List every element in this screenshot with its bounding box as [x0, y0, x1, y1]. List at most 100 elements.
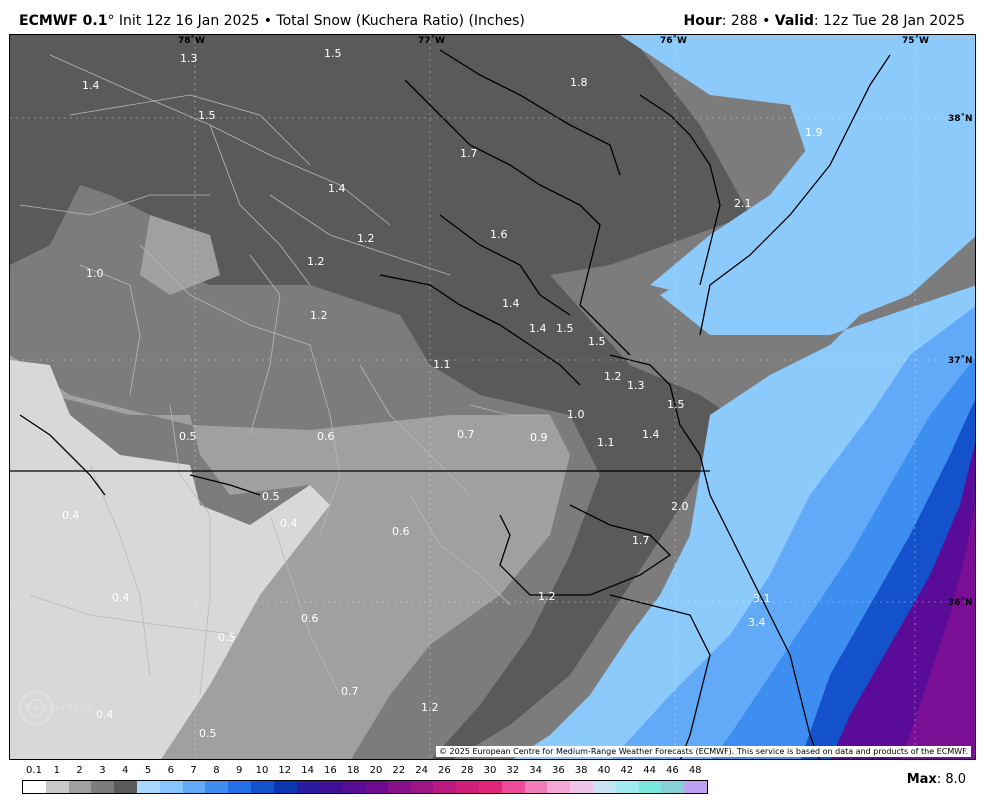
legend-swatch [91, 781, 115, 793]
legend-label: 24 [415, 765, 428, 776]
legend-label: 14 [301, 765, 314, 776]
snow-amount-label: 1.8 [570, 76, 588, 89]
legend-label: 38 [574, 765, 588, 776]
snow-amount-label: 1.2 [307, 255, 325, 268]
map-canvas: 78˚W 77˚W 76˚W 75˚W 38˚N 37˚N 36˚N 1.3 1.5 1.4 1… [10, 35, 975, 759]
snow-amount-label: 1.4 [642, 428, 660, 441]
legend-color-bar [22, 780, 708, 794]
legend-swatch [342, 781, 365, 793]
legend-label: 4 [122, 765, 129, 776]
snow-amount-label: 0.5 [179, 430, 197, 443]
snow-amount-label: 2.0 [671, 500, 689, 513]
lat-label: 36˚N [948, 597, 973, 608]
snow-amount-label: 1.1 [433, 358, 451, 371]
legend-swatch [364, 781, 388, 793]
snow-amount-label: 3.4 [748, 616, 766, 629]
legend-labels: 0.1 1 2 3 4 5 6 7 8 9 10 12 14 16 18 20 22 24 26 28 30 32 34 36… [22, 765, 708, 777]
snow-amount-label: 1.5 [324, 47, 342, 60]
legend-swatch [205, 781, 229, 793]
legend-swatch [228, 781, 251, 793]
legend-label: 18 [346, 765, 360, 776]
snow-amount-label: 1.2 [421, 701, 439, 714]
snow-amount-label: 1.7 [632, 534, 650, 547]
legend-label: 28 [460, 765, 474, 776]
legend-label: 12 [278, 765, 292, 776]
snow-amount-label: 0.4 [112, 591, 130, 604]
snow-amount-label: 0.5 [218, 631, 236, 644]
legend-label: 34 [529, 765, 542, 776]
legend-swatch [250, 781, 274, 793]
snow-amount-label: 0.6 [392, 525, 410, 538]
legend-label: 26 [438, 765, 451, 776]
snow-amount-label: 1.5 [588, 335, 606, 348]
color-legend: 0.1 1 2 3 4 5 6 7 8 9 10 12 14 16 18 20 22 24 26 28 30 32 34 36… [22, 765, 708, 794]
snow-amount-label: 1.1 [597, 436, 615, 449]
legend-swatch [387, 781, 411, 793]
snow-amount-label: 0.5 [262, 490, 280, 503]
legend-swatch [410, 781, 434, 793]
max-value: Max: 8.0 [907, 772, 966, 787]
legend-label: 3 [99, 765, 106, 776]
legend-label: 7 [190, 765, 197, 776]
legend-label: 16 [324, 765, 337, 776]
legend-swatch [136, 781, 160, 793]
legend-swatch [273, 781, 297, 793]
legend-label: 46 [666, 765, 679, 776]
legend-label: 44 [643, 765, 656, 776]
legend-label: 40 [597, 765, 611, 776]
snow-amount-label: 1.5 [556, 322, 574, 335]
legend-swatch [661, 781, 685, 793]
weatherbell-logo: WeatherBELL [16, 685, 98, 731]
legend-swatch [524, 781, 548, 793]
snow-amount-label: 1.0 [86, 267, 104, 280]
legend-label: 9 [236, 765, 243, 776]
snow-amount-label: 0.7 [341, 685, 359, 698]
legend-swatch [114, 781, 137, 793]
legend-label: 30 [483, 765, 497, 776]
hour-value: : 288 • [721, 13, 775, 29]
snow-amount-label: 0.4 [280, 517, 298, 530]
snow-amount-label: 1.2 [538, 590, 556, 603]
legend-label: 22 [392, 765, 406, 776]
legend-label: 48 [688, 765, 702, 776]
snow-amount-label: 1.6 [490, 228, 508, 241]
legend-swatch [547, 781, 571, 793]
legend-swatch [182, 781, 206, 793]
snow-amount-label: 3.1 [753, 592, 771, 605]
lat-label: 38˚N [948, 113, 973, 124]
snow-amount-label: 0.5 [199, 727, 217, 740]
legend-swatch [570, 781, 593, 793]
legend-swatch [45, 781, 69, 793]
map-title: ECMWF 0.1° Init 12z 16 Jan 2025 • Total … [19, 12, 525, 30]
snow-amount-label: 0.7 [457, 428, 475, 441]
snow-amount-label: 0.6 [301, 612, 319, 625]
legend-swatch [501, 781, 525, 793]
legend-swatch [638, 781, 662, 793]
snow-amount-label: 1.3 [180, 52, 198, 65]
legend-swatch [456, 781, 479, 793]
lat-label: 37˚N [948, 355, 973, 366]
legend-swatch [159, 781, 183, 793]
lon-label: 78˚W [178, 35, 205, 46]
snow-amount-label: 1.0 [567, 408, 585, 421]
legend-swatch [615, 781, 639, 793]
valid-value: : 12z Tue 28 Jan 2025 [813, 13, 965, 29]
valid-time: Hour: 288 • Valid: 12z Tue 28 Jan 2025 [684, 12, 965, 30]
snow-amount-label: 1.3 [627, 379, 645, 392]
legend-swatch [592, 781, 616, 793]
snow-amount-label: 1.5 [198, 109, 216, 122]
max-number: : 8.0 [936, 772, 966, 787]
lon-label: 76˚W [660, 35, 687, 46]
legend-swatch [433, 781, 457, 793]
init-and-product: Init 12z 16 Jan 2025 • Total Snow (Kuche… [114, 13, 525, 29]
max-label: Max [906, 772, 937, 787]
snow-amount-label: 0.4 [96, 708, 114, 721]
hour-label: Hour [683, 13, 722, 29]
snow-amount-label: 0.9 [530, 431, 548, 444]
legend-label: 20 [369, 765, 383, 776]
copyright-notice: © 2025 European Centre for Medium-Range … [436, 746, 971, 757]
snowfall-map[interactable]: 78˚W 77˚W 76˚W 75˚W 38˚N 37˚N 36˚N 1.3 1.5 1.4 1… [9, 34, 976, 760]
snow-amount-label: 1.5 [667, 398, 685, 411]
lon-label: 77˚W [418, 35, 445, 46]
legend-label: 36 [552, 765, 565, 776]
